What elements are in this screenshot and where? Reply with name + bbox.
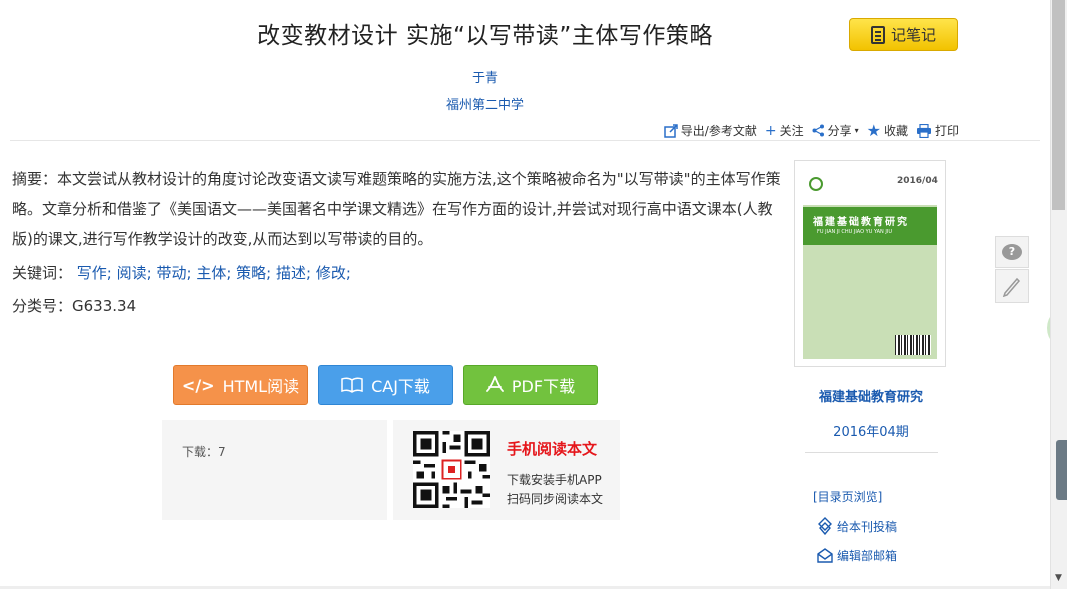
edit-button[interactable] bbox=[995, 269, 1029, 303]
pencil-icon bbox=[1002, 277, 1021, 297]
help-bubble-icon: ? bbox=[1002, 244, 1022, 260]
mobile-read-title: 手机阅读本文 bbox=[507, 440, 598, 458]
abstract-text: 摘要：本文尝试从教材设计的角度讨论改变语文读写难题策略的实施方法,这个策略被命名… bbox=[12, 170, 781, 248]
book-icon bbox=[341, 377, 363, 393]
cover-name: 福建基础教育研究 bbox=[813, 217, 909, 228]
page-title: 改变教材设计 实施“以写带读”主体写作策略 bbox=[257, 23, 713, 49]
author-link[interactable]: 于青 bbox=[400, 67, 570, 86]
share-icon bbox=[812, 124, 824, 137]
scroll-down-arrow-icon[interactable]: ▼ bbox=[1052, 573, 1065, 587]
keyword-link[interactable]: 策略; bbox=[236, 264, 271, 282]
barcode bbox=[895, 335, 931, 355]
submit-manuscript-link[interactable]: 给本刊投稿 bbox=[817, 517, 897, 535]
notebook-icon bbox=[870, 25, 885, 44]
print-label: 打印 bbox=[934, 124, 959, 138]
caj-download-label: CAJ下载 bbox=[371, 377, 430, 396]
collect-button[interactable]: ★ 收藏 bbox=[867, 122, 908, 139]
sidebar-divider bbox=[805, 452, 938, 453]
pdf-download-label: PDF下载 bbox=[511, 377, 576, 396]
editorial-email-link[interactable]: 编辑部邮箱 bbox=[817, 547, 897, 564]
cover-image: 2016/04 福建基础教育研究 FU JIAN JI CHU JIAO YU … bbox=[803, 167, 938, 359]
html-read-button[interactable]: </> HTML阅读 bbox=[173, 365, 308, 405]
keyword-link[interactable]: 写作; bbox=[77, 264, 112, 282]
share-button[interactable]: 分享 ▾ bbox=[812, 122, 859, 139]
header-divider bbox=[10, 140, 1040, 141]
download-count: 下载：7 bbox=[182, 445, 226, 459]
cover-subtitle: FU JIAN JI CHU JIAO YU YAN JIU bbox=[817, 229, 892, 235]
printer-icon bbox=[916, 123, 931, 138]
caj-download-button[interactable]: CAJ下载 bbox=[318, 365, 453, 405]
keyword-link[interactable]: 修改; bbox=[316, 264, 351, 282]
print-button[interactable]: 打印 bbox=[916, 122, 959, 139]
keyword-link[interactable]: 主体; bbox=[196, 264, 231, 282]
html-read-label: HTML阅读 bbox=[222, 377, 300, 396]
cover-band: 福建基础教育研究 FU JIAN JI CHU JIAO YU YAN JIU bbox=[803, 207, 937, 245]
class-number-value: G633.34 bbox=[72, 297, 137, 315]
export-label: 导出/参考文献 bbox=[680, 124, 757, 138]
export-icon bbox=[664, 123, 678, 138]
cover-logo-icon bbox=[809, 177, 823, 191]
mail-icon bbox=[817, 548, 833, 563]
journal-name-link[interactable]: 福建基础教育研究 bbox=[790, 386, 952, 405]
scrollbar-thumb[interactable] bbox=[1052, 0, 1065, 210]
editorial-email-label: 编辑部邮箱 bbox=[837, 549, 898, 563]
organization-link[interactable]: 福州第二中学 bbox=[400, 94, 570, 113]
star-icon: ★ bbox=[866, 120, 881, 140]
journal-issue-link[interactable]: 2016年04期 bbox=[790, 421, 952, 440]
class-number-label: 分类号： bbox=[12, 297, 73, 315]
chevron-down-icon: ▾ bbox=[854, 126, 859, 135]
plus-icon: + bbox=[764, 122, 777, 139]
mobile-read-line1: 下载安装手机APP bbox=[507, 473, 602, 487]
class-number-row: 分类号：G633.34 bbox=[12, 295, 136, 316]
keywords-row: 关键词： 写作; 阅读; 带动; 主体; 策略; 描述; 修改; bbox=[12, 262, 782, 283]
pdf-icon bbox=[486, 376, 504, 392]
feedback-button[interactable]: ? bbox=[995, 236, 1029, 268]
cover-header: 2016/04 bbox=[803, 167, 938, 205]
follow-label: 关注 bbox=[779, 124, 804, 138]
pdf-download-button[interactable]: PDF下载 bbox=[463, 365, 598, 405]
keyword-link[interactable]: 描述; bbox=[276, 264, 311, 282]
export-button[interactable]: 导出/参考文献 bbox=[664, 122, 757, 139]
cover-issue: 2016/04 bbox=[897, 176, 938, 186]
keyword-link[interactable]: 阅读; bbox=[117, 264, 152, 282]
code-icon: </> bbox=[181, 375, 215, 395]
article-toolbar: 导出/参考文献 + 关注 分享 ▾ ★ 收藏 打印 bbox=[664, 122, 959, 139]
qr-code bbox=[413, 431, 490, 508]
submit-manuscript-label: 给本刊投稿 bbox=[837, 519, 898, 534]
side-widget-tab[interactable] bbox=[1056, 440, 1067, 500]
collect-label: 收藏 bbox=[883, 124, 908, 138]
take-note-button[interactable]: 记笔记 bbox=[849, 18, 958, 51]
toc-link[interactable]: [目录页浏览] bbox=[813, 488, 882, 505]
download-count-box bbox=[162, 420, 387, 520]
take-note-label: 记笔记 bbox=[890, 26, 936, 44]
keywords-label: 关键词： bbox=[12, 264, 73, 282]
mobile-read-line2: 扫码同步阅读本文 bbox=[507, 492, 604, 506]
share-label: 分享 bbox=[827, 124, 852, 138]
submit-icon bbox=[818, 517, 832, 535]
follow-button[interactable]: + 关注 bbox=[765, 122, 804, 139]
journal-cover[interactable]: 2016/04 福建基础教育研究 FU JIAN JI CHU JIAO YU … bbox=[794, 160, 946, 367]
keyword-link[interactable]: 带动; bbox=[156, 264, 191, 282]
